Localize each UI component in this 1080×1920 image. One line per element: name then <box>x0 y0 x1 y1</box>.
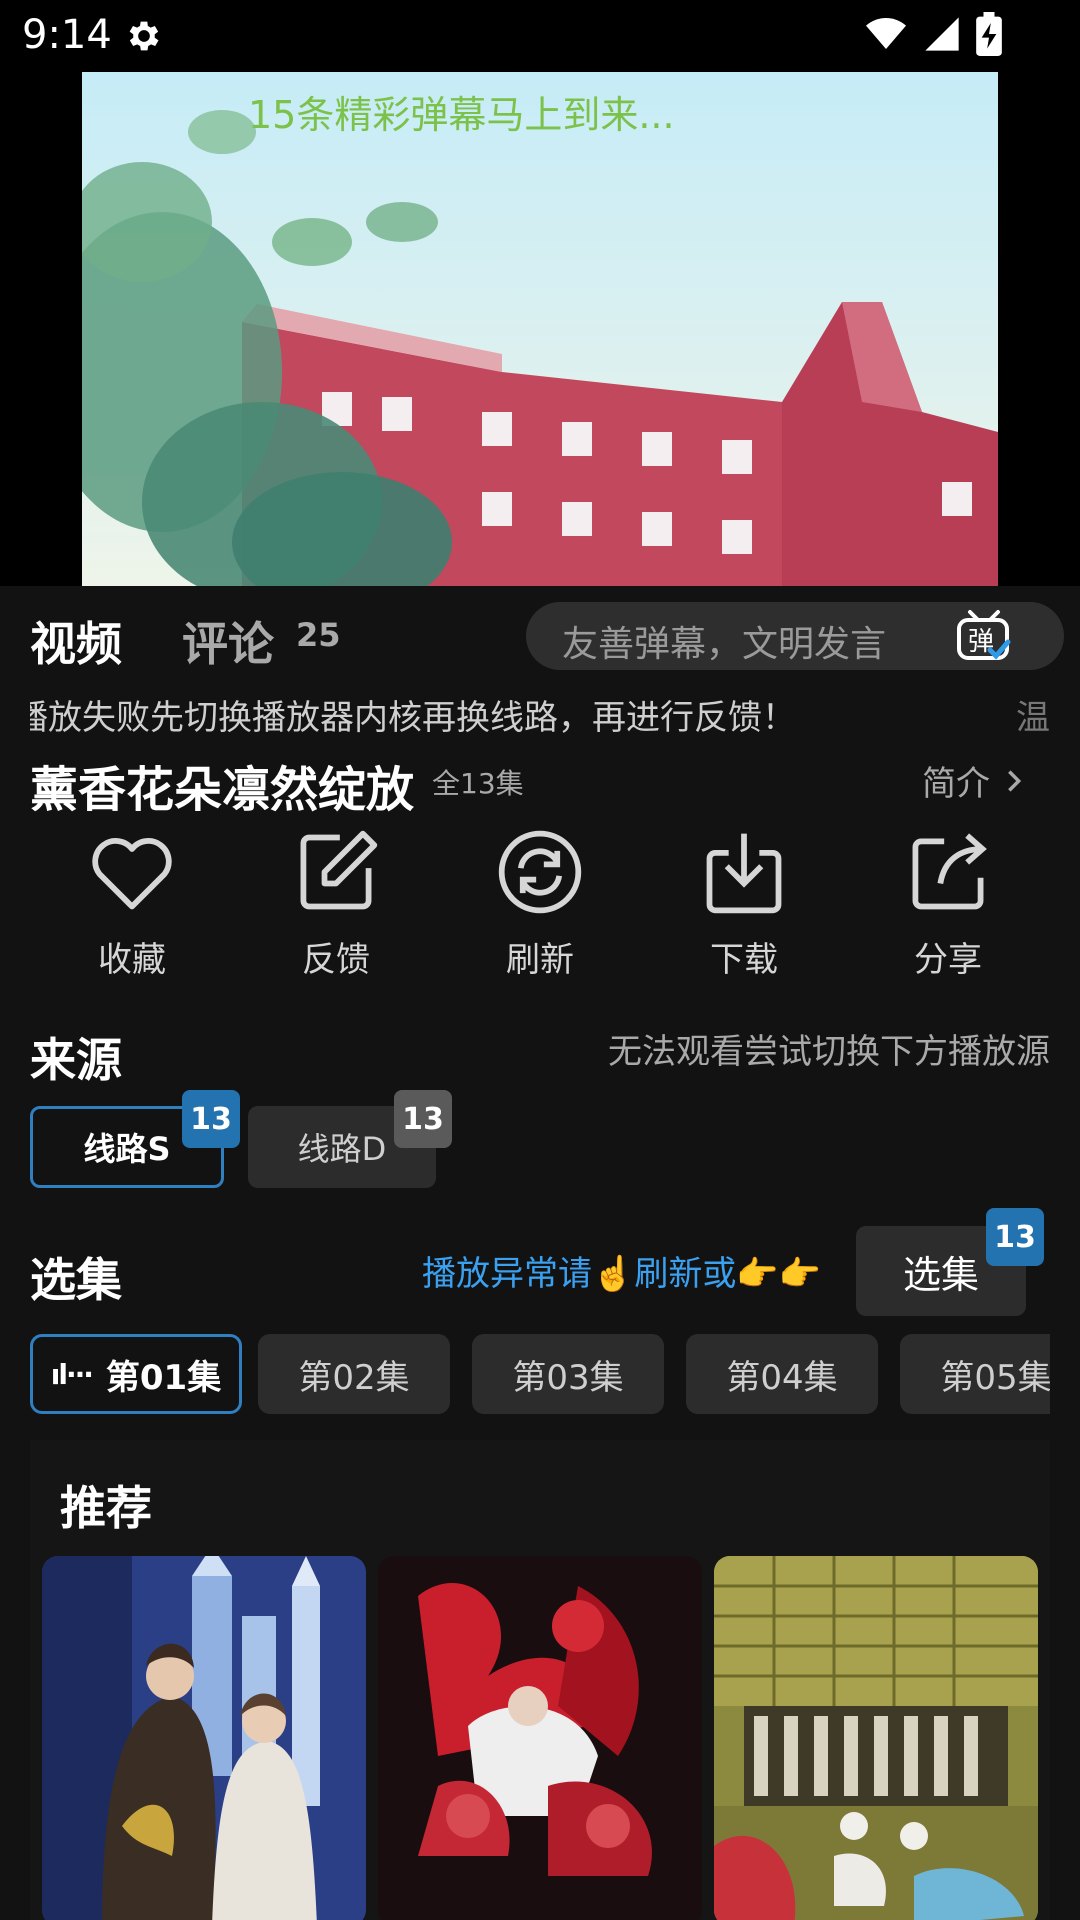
status-bar: 9:14 <box>0 0 1080 72</box>
episode-label: 第01集 <box>105 1357 222 1398</box>
show-title: 薰香花朵凛然绽放 <box>30 762 415 818</box>
source-line-d-count-badge: 13 <box>394 1090 452 1148</box>
recommend-poster-1[interactable] <box>42 1556 366 1920</box>
share-icon <box>912 833 987 910</box>
feedback-button[interactable]: 反馈 <box>266 826 406 981</box>
source-line-s-label: 线路S <box>83 1130 171 1168</box>
episode-item-04[interactable]: 第04集 <box>686 1334 878 1414</box>
poster-3-image <box>714 1556 1038 1920</box>
recommend-poster-3[interactable] <box>714 1556 1038 1920</box>
favorite-label: 收藏 <box>98 940 166 980</box>
video-player[interactable]: 15条精彩弹幕马上到来... <box>0 72 1080 586</box>
action-bar: 收藏 反馈 刷新 下载 分享 <box>30 826 1050 980</box>
episode-label: 第02集 <box>298 1357 410 1398</box>
settings-gear-icon <box>124 16 164 56</box>
episodes-title: 选集 <box>30 1253 122 1307</box>
marquee-tail: 温 <box>1016 698 1050 734</box>
feedback-label: 反馈 <box>302 940 370 980</box>
recommend-panel: 推荐 <box>30 1440 1050 1920</box>
video-scene <box>82 72 998 586</box>
intro-label: 简介 <box>922 764 990 804</box>
poster-2-image <box>378 1556 702 1920</box>
download-label: 下载 <box>710 940 778 980</box>
poster-1-image <box>42 1556 366 1920</box>
status-icons <box>864 12 1002 60</box>
select-episode-label: 选集 <box>902 1252 979 1297</box>
danmaku-placeholder: 友善弹幕，文明发言 <box>562 624 887 665</box>
chevron-right-icon <box>1008 769 1022 792</box>
share-button[interactable]: 分享 <box>878 826 1018 981</box>
playback-abnormal-hint[interactable]: 播放异常请☝️刷新或👉👉 <box>422 1246 821 1295</box>
download-icon <box>706 833 782 914</box>
source-line-s-count-badge: 13 <box>182 1090 240 1148</box>
share-label: 分享 <box>914 940 982 980</box>
source-line-d-label: 线路D <box>297 1130 387 1168</box>
source-title: 来源 <box>30 1033 122 1087</box>
episode-total: 全13集 <box>432 767 524 800</box>
download-button[interactable]: 下载 <box>674 826 814 981</box>
now-playing-icon: ıl··· <box>50 1357 94 1391</box>
episode-item-02[interactable]: 第02集 <box>258 1334 450 1414</box>
comment-count: 25 <box>296 616 341 654</box>
episode-label: 第04集 <box>726 1357 838 1398</box>
danmaku-hint: 15条精彩弹幕马上到来... <box>248 93 675 137</box>
tab-comment[interactable]: 评论 <box>182 608 274 674</box>
tab-video[interactable]: 视频 <box>30 608 122 674</box>
refresh-label: 刷新 <box>506 940 574 980</box>
episode-label: 第05集 <box>940 1357 1050 1398</box>
battery-charging-icon <box>976 12 1002 60</box>
heart-icon <box>92 838 172 910</box>
intro-link[interactable]: 简介 <box>922 756 1028 805</box>
edit-icon <box>300 830 378 910</box>
signal-icon <box>922 14 962 58</box>
refresh-button[interactable]: 刷新 <box>470 826 610 981</box>
refresh-icon <box>498 830 582 914</box>
episode-item-05[interactable]: 第05集 <box>900 1334 1050 1414</box>
episode-list: ıl··· 第01集 第02集 第03集 第04集 第05集 <box>30 1334 1050 1416</box>
status-time: 9:14 <box>22 12 112 58</box>
episode-item-01[interactable]: ıl··· 第01集 <box>30 1334 242 1414</box>
marquee-notice: 播放失败先切换播放器内核再换线路，再进行反馈！ 温 <box>30 690 1050 734</box>
wifi-icon <box>864 14 908 58</box>
marquee-text: 播放失败先切换播放器内核再换线路，再进行反馈！ <box>30 698 796 734</box>
video-frame[interactable]: 15条精彩弹幕马上到来... <box>82 72 998 586</box>
danmaku-toggle-icon[interactable]: 弹 <box>956 606 1012 664</box>
favorite-button[interactable]: 收藏 <box>62 826 202 981</box>
danmaku-input[interactable]: 友善弹幕，文明发言 弹 <box>526 602 1064 670</box>
source-hint: 无法观看尝试切换下方播放源 <box>608 1032 1050 1072</box>
episode-item-03[interactable]: 第03集 <box>472 1334 664 1414</box>
recommend-poster-2[interactable] <box>378 1556 702 1920</box>
recommend-title: 推荐 <box>60 1481 152 1535</box>
episode-label: 第03集 <box>512 1357 624 1398</box>
episode-count-badge: 13 <box>986 1208 1044 1266</box>
